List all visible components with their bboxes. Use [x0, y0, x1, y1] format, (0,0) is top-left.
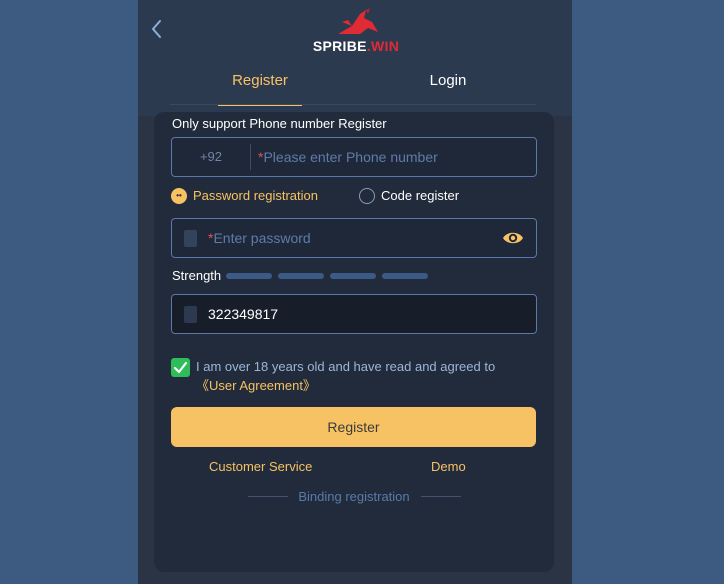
radio-code-register[interactable]: Code register — [359, 187, 459, 205]
agreement-checkbox[interactable] — [171, 358, 190, 377]
radio-password-registration[interactable]: •• Password registration — [171, 187, 318, 205]
eye-icon[interactable] — [502, 228, 524, 248]
invite-code-field[interactable]: 322349817 — [171, 294, 537, 334]
password-field[interactable]: *Enter password — [171, 218, 537, 258]
spribe-win-logo: SPRIBE.WIN — [308, 8, 404, 54]
tab-login[interactable]: Login — [408, 64, 488, 104]
agreement-text: I am over 18 years old and have read and… — [196, 359, 496, 393]
radio-selected-icon: •• — [171, 187, 187, 204]
tabs-divider — [170, 104, 536, 105]
chevron-left-icon[interactable] — [148, 18, 166, 40]
radio-unselected-icon — [359, 187, 375, 204]
customer-service-link[interactable]: Customer Service — [209, 459, 312, 474]
code-icon — [184, 306, 197, 323]
lock-icon — [184, 230, 197, 247]
user-agreement-link[interactable]: 《User Agreement》 — [196, 378, 316, 393]
invite-code-value[interactable]: 322349817 — [208, 295, 278, 333]
password-placeholder[interactable]: *Enter password — [208, 219, 311, 257]
strength-bar-segment — [330, 273, 376, 279]
field-divider — [250, 144, 251, 170]
phone-placeholder[interactable]: *Please enter Phone number — [258, 138, 438, 176]
checkmark-icon — [173, 361, 188, 374]
strength-label: Strength — [172, 268, 222, 283]
register-button[interactable]: Register — [171, 407, 536, 447]
divider-line — [421, 496, 461, 497]
country-code[interactable]: +92 — [172, 138, 250, 176]
demo-link[interactable]: Demo — [431, 459, 466, 474]
strength-bar-segment — [278, 273, 324, 279]
phone-field[interactable]: +92 *Please enter Phone number — [171, 137, 537, 177]
strength-bar-segment — [226, 273, 272, 279]
tab-register[interactable]: Register — [218, 64, 302, 106]
strength-bar-segment — [382, 273, 428, 279]
register-panel: SPRIBE.WIN Register Login Only support P… — [138, 0, 572, 584]
section-label: Only support Phone number Register — [172, 116, 387, 131]
